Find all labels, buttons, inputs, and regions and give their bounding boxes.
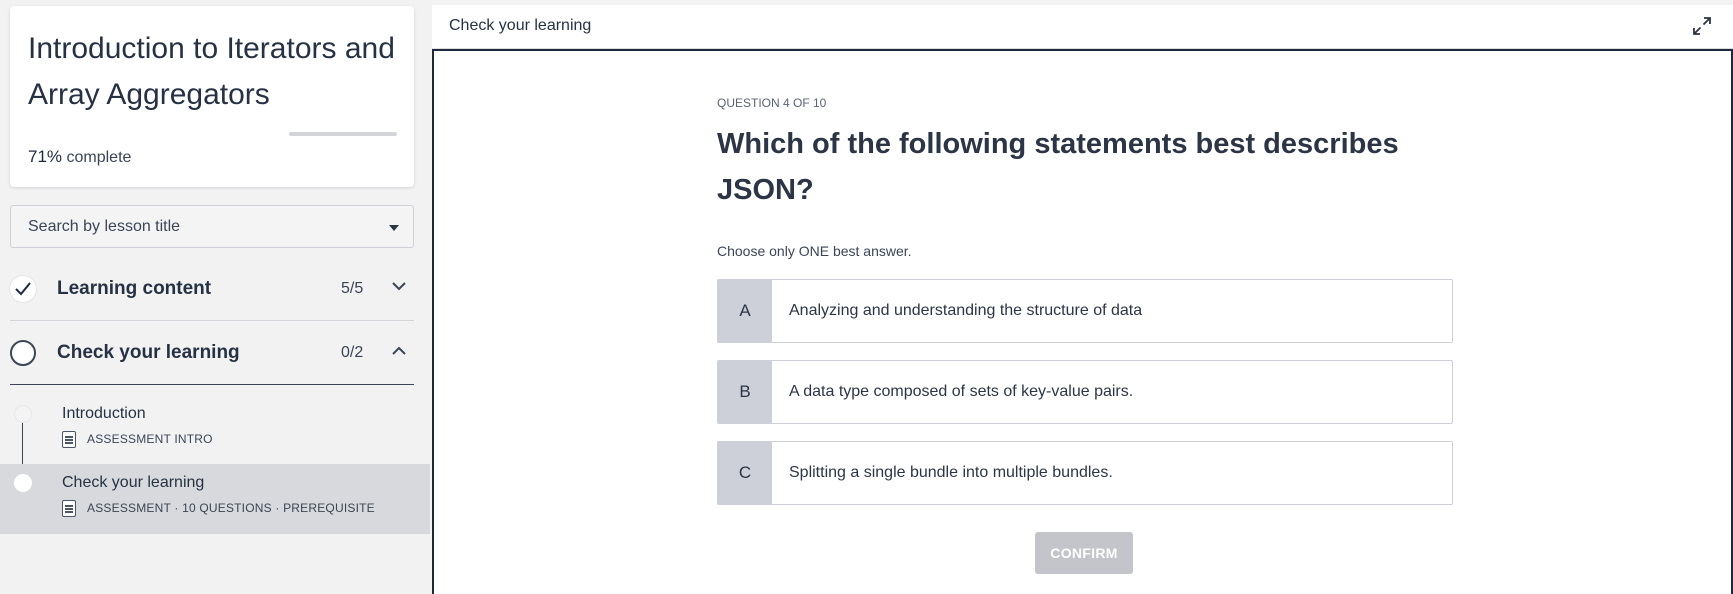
option-letter: A xyxy=(718,280,772,342)
section-count: 5/5 xyxy=(341,280,364,297)
section-learning-content[interactable]: Learning content 5/5 xyxy=(10,258,414,321)
question-counter: QUESTION 4 OF 10 xyxy=(717,96,827,110)
course-progress-bar xyxy=(289,132,397,136)
section-title: Learning content xyxy=(57,278,212,299)
lesson-status-dot xyxy=(14,405,32,423)
lesson-search-select[interactable]: Search by lesson title xyxy=(10,205,414,248)
chevron-down-icon[interactable] xyxy=(392,282,406,291)
lesson-meta-text: ASSESSMENT · 10 QUESTIONS · PREREQUISITE xyxy=(87,501,375,515)
option-text: A data type composed of sets of key-valu… xyxy=(789,383,1134,400)
panel-title: Check your learning xyxy=(449,17,592,34)
progress-percent: 71% xyxy=(28,147,63,166)
lesson-name: Introduction xyxy=(62,405,146,422)
question-text: Which of the following statements best d… xyxy=(717,128,1399,206)
answer-option-c[interactable]: C Splitting a single bundle into multipl… xyxy=(717,441,1453,505)
course-card: Introduction to Iterators and Array Aggr… xyxy=(10,6,414,187)
chevron-up-icon[interactable] xyxy=(392,346,406,355)
section-status-circle xyxy=(10,340,36,366)
lesson-status-dot xyxy=(14,474,32,492)
expand-icon[interactable] xyxy=(1693,17,1711,35)
section-check-your-learning[interactable]: Check your learning 0/2 xyxy=(10,322,414,385)
option-text: Analyzing and understanding the structur… xyxy=(789,302,1143,319)
option-letter: C xyxy=(718,442,772,504)
section-count: 0/2 xyxy=(341,344,364,361)
check-icon xyxy=(15,282,31,296)
lesson-meta: ASSESSMENT · 10 QUESTIONS · PREREQUISITE xyxy=(62,499,375,517)
option-letter: B xyxy=(718,361,772,423)
section-complete-status xyxy=(10,276,36,302)
confirm-button[interactable]: CONFIRM xyxy=(1035,532,1133,574)
question-panel: QUESTION 4 OF 10 Which of the following … xyxy=(432,49,1733,594)
panel-header: Check your learning xyxy=(432,5,1733,49)
section-title: Check your learning xyxy=(57,342,240,363)
lesson-item-introduction[interactable]: Introduction ASSESSMENT INTRO xyxy=(0,395,430,465)
lesson-item-check-your-learning[interactable]: Check your learning ASSESSMENT · 10 QUES… xyxy=(0,464,430,534)
progress-label: complete xyxy=(66,149,132,166)
lesson-meta-text: ASSESSMENT INTRO xyxy=(87,432,213,446)
caret-down-icon xyxy=(389,225,399,231)
answer-option-b[interactable]: B A data type composed of sets of key-va… xyxy=(717,360,1453,424)
document-icon xyxy=(62,430,76,448)
course-sidebar: Introduction to Iterators and Array Aggr… xyxy=(0,0,430,594)
lesson-search-label: Search by lesson title xyxy=(28,218,181,235)
course-title: Introduction to Iterators and Array Aggr… xyxy=(28,32,395,111)
course-progress-text: 71% complete xyxy=(28,147,131,167)
document-icon xyxy=(62,499,76,517)
lesson-meta: ASSESSMENT INTRO xyxy=(62,430,213,448)
question-instruction: Choose only ONE best answer. xyxy=(717,243,912,259)
lesson-name: Check your learning xyxy=(62,474,205,491)
answer-option-a[interactable]: A Analyzing and understanding the struct… xyxy=(717,279,1453,343)
option-text: Splitting a single bundle into multiple … xyxy=(789,464,1113,481)
